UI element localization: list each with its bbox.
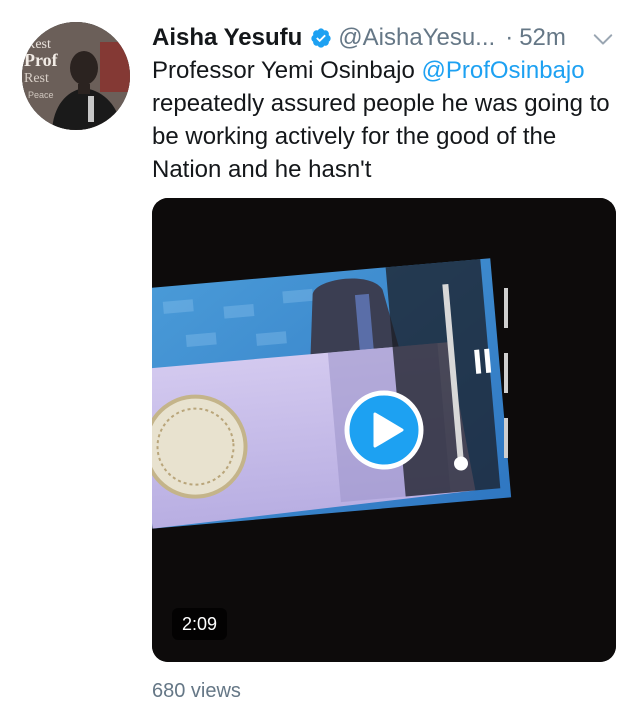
avatar-sign-text-3: Rest bbox=[24, 71, 49, 86]
view-count: 680 views bbox=[152, 680, 241, 702]
author-handle[interactable]: @AishaYesu... bbox=[338, 24, 495, 52]
tweet-text-prefix: Professor Yemi Osinbajo bbox=[152, 57, 422, 84]
verified-badge-icon bbox=[311, 28, 331, 48]
video-player[interactable]: 2:09 bbox=[152, 198, 616, 662]
separator-dot: · bbox=[505, 24, 514, 51]
avatar-sign-text-4: Peace bbox=[28, 90, 54, 100]
chevron-down-icon[interactable] bbox=[592, 28, 614, 50]
play-icon[interactable] bbox=[344, 390, 424, 470]
tweet-text-suffix: repeatedly assured people he was going t… bbox=[152, 90, 610, 183]
tweet-header: Aisha Yesufu @AishaYesu... · 52m bbox=[152, 18, 620, 58]
timestamp[interactable]: 52m bbox=[519, 24, 566, 52]
avatar[interactable]: Rest Prof Rest Peace bbox=[22, 22, 130, 130]
author-name[interactable]: Aisha Yesufu bbox=[152, 24, 302, 52]
tweet-text: Professor Yemi Osinbajo @ProfOsinbajo re… bbox=[152, 54, 622, 186]
avatar-sign-text-2: Prof bbox=[24, 50, 59, 70]
video-duration-badge: 2:09 bbox=[172, 608, 228, 640]
avatar-image: Rest Prof Rest Peace bbox=[22, 22, 130, 130]
mention-link[interactable]: @ProfOsinbajo bbox=[421, 57, 584, 84]
